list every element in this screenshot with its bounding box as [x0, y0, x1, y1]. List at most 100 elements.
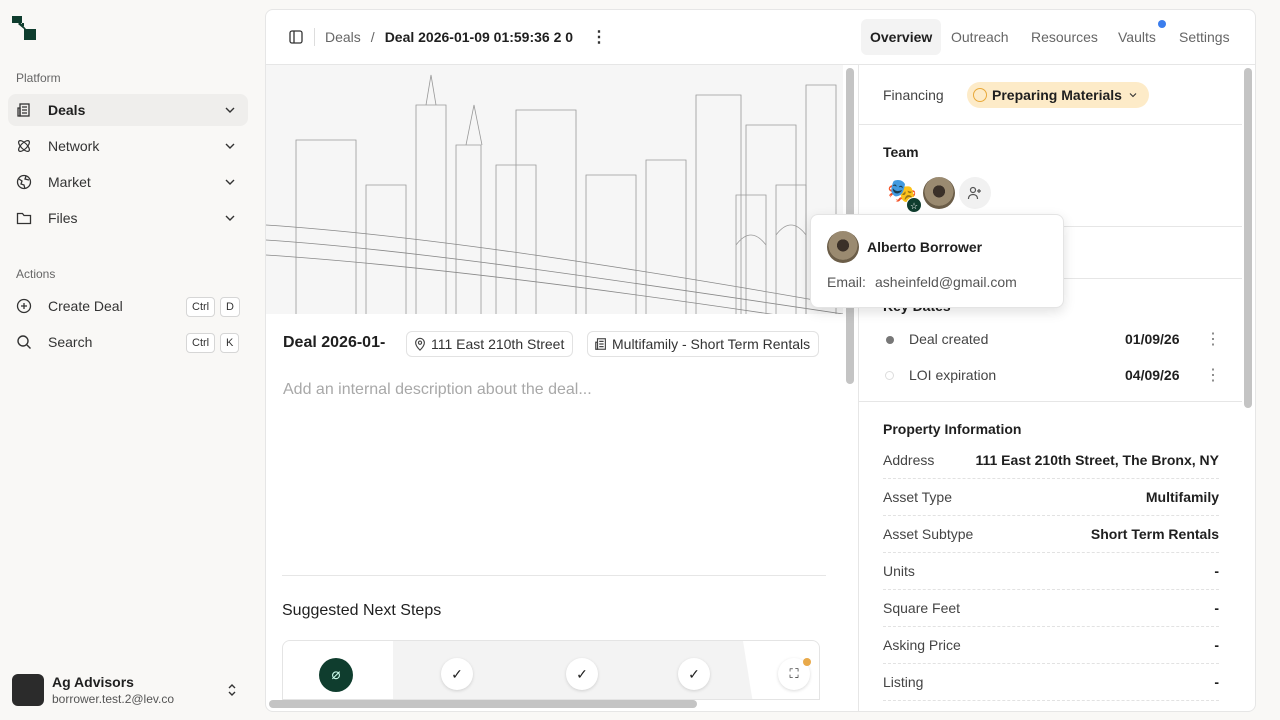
globe-icon — [16, 174, 32, 190]
next-steps-stepper: ⌀ ✓ ✓ ✓ ⛶ — [282, 640, 820, 700]
section-label-platform: Platform — [16, 71, 61, 85]
property-value: - — [1214, 563, 1219, 579]
building-icon — [16, 102, 32, 118]
chevron-down-icon — [1127, 89, 1139, 101]
tab-vaults[interactable]: Vaults — [1109, 19, 1165, 55]
filled-dot-icon — [886, 336, 894, 344]
financing-label: Financing — [883, 87, 944, 103]
breadcrumb-separator: / — [371, 29, 375, 45]
more-options-icon[interactable]: ⋮ — [1205, 365, 1221, 385]
empty-dot-icon — [885, 371, 894, 380]
shortcut-key: Ctrl — [186, 333, 215, 353]
chevron-up-down-icon — [224, 682, 240, 698]
shortcut-key: K — [220, 333, 239, 353]
property-row: Asking Price- — [883, 627, 1219, 664]
chevron-down-icon — [222, 210, 238, 226]
tab-overview[interactable]: Overview — [861, 19, 941, 55]
divider — [282, 575, 826, 576]
paperclip-icon[interactable]: ⌀ — [319, 658, 353, 692]
deal-name[interactable]: Deal 2026-01- — [283, 334, 385, 352]
financing-status-dropdown[interactable]: Preparing Materials — [967, 82, 1149, 108]
property-value: Multifamily — [1146, 489, 1219, 505]
map-pin-icon — [413, 337, 427, 351]
user-email: borrower.test.2@lev.co — [52, 692, 174, 706]
property-row: Listing - — [883, 664, 1219, 701]
check-icon[interactable]: ✓ — [566, 658, 598, 690]
property-value: - — [1214, 600, 1219, 616]
property-label: Address — [883, 452, 934, 468]
property-type-label: Multifamily - Short Term Rentals — [612, 332, 810, 356]
search-icon — [16, 334, 32, 350]
status-ring-icon — [973, 88, 987, 102]
section-label-actions: Actions — [16, 267, 55, 281]
key-date-label: Deal created — [909, 331, 988, 347]
property-label: Asset Type — [883, 489, 952, 505]
building-icon — [594, 337, 608, 351]
address-chip[interactable]: 111 East 210th Street — [406, 331, 573, 357]
add-team-member-button[interactable] — [959, 177, 991, 209]
app-logo[interactable] — [12, 16, 36, 40]
horizontal-scrollbar[interactable] — [269, 700, 697, 708]
search-label: Search — [48, 334, 92, 350]
property-row: Asset Type Multifamily — [883, 479, 1219, 516]
property-value: - — [1214, 637, 1219, 653]
sidebar-toggle-icon[interactable] — [288, 29, 304, 45]
deal-header: Deals / Deal 2026-01-09 01:59:36 2 0 ⋮ O… — [266, 10, 1255, 65]
sidebar-item-label: Market — [48, 174, 91, 190]
team-member-popover: Alberto Borrower Email: asheinfeld@gmail… — [810, 214, 1064, 308]
check-icon[interactable]: ✓ — [678, 658, 710, 690]
tab-outreach[interactable]: Outreach — [942, 19, 1018, 55]
property-title: Property Information — [883, 421, 1021, 437]
sidebar-item-files[interactable]: Files — [8, 202, 248, 234]
member-email[interactable]: asheinfeld@gmail.com — [875, 274, 1017, 290]
create-deal-label: Create Deal — [48, 298, 123, 314]
chevron-down-icon — [222, 138, 238, 154]
account-switcher[interactable]: Ag Advisors borrower.test.2@lev.co — [12, 674, 252, 706]
tab-resources[interactable]: Resources — [1022, 19, 1107, 55]
sidebar: Platform Deals Network Market Files Acti… — [0, 0, 264, 720]
org-logo — [12, 674, 44, 706]
tab-settings[interactable]: Settings — [1170, 19, 1239, 55]
right-scrollbar[interactable] — [1244, 68, 1252, 408]
property-value: Short Term Rentals — [1091, 526, 1219, 542]
search-button[interactable]: Search Ctrl K — [8, 326, 248, 358]
property-label: Square Feet — [883, 600, 960, 616]
user-plus-icon — [967, 185, 983, 201]
address-chip-label: 111 East 210th Street — [431, 332, 564, 356]
create-deal-button[interactable]: Create Deal Ctrl D — [8, 290, 248, 322]
financing-status: Preparing Materials — [992, 87, 1122, 103]
more-options-icon[interactable]: ⋮ — [591, 27, 607, 47]
more-options-icon[interactable]: ⋮ — [1205, 329, 1221, 349]
check-icon[interactable]: ✓ — [441, 658, 473, 690]
team-section: Team 🎭 ☆ — [859, 125, 1242, 227]
sidebar-item-market[interactable]: Market — [8, 166, 248, 198]
breadcrumb-deals[interactable]: Deals — [325, 29, 361, 45]
sidebar-item-network[interactable]: Network — [8, 130, 248, 162]
deal-cover-image[interactable] — [266, 65, 843, 314]
property-label: Asset Subtype — [883, 526, 973, 542]
key-date-value: 04/09/26 — [1125, 367, 1180, 383]
property-value: - — [1214, 674, 1219, 690]
team-title: Team — [883, 144, 919, 160]
email-label: Email: — [827, 274, 866, 290]
shortcut-key: Ctrl — [186, 297, 215, 317]
property-label: Listing — [883, 674, 923, 690]
financing-section: Financing Preparing Materials — [859, 65, 1242, 125]
notification-dot — [1158, 20, 1166, 28]
property-type-chip[interactable]: Multifamily - Short Term Rentals — [587, 331, 819, 357]
property-row: Units- — [883, 553, 1219, 590]
next-steps-title: Suggested Next Steps — [282, 602, 441, 620]
chevron-down-icon — [222, 102, 238, 118]
key-date-value: 01/09/26 — [1125, 331, 1180, 347]
team-avatar-alberto[interactable] — [923, 177, 955, 209]
shortcut-key: D — [220, 297, 240, 317]
property-value: 111 East 210th Street, The Bronx, NY — [975, 452, 1219, 468]
property-section: Property Information Address 111 East 210… — [859, 402, 1242, 712]
deal-overview-left: Deal 2026-01- 111 East 210th Street Mult… — [266, 65, 843, 712]
chevron-down-icon — [222, 174, 238, 190]
sidebar-item-deals[interactable]: Deals — [8, 94, 248, 126]
property-row: Asset Subtype Short Term Rentals — [883, 516, 1219, 553]
deal-details-panel: Financing Preparing Materials Team 🎭 ☆ K… — [858, 65, 1242, 712]
description-input[interactable]: Add an internal description about the de… — [283, 381, 592, 399]
avatar — [827, 231, 859, 263]
